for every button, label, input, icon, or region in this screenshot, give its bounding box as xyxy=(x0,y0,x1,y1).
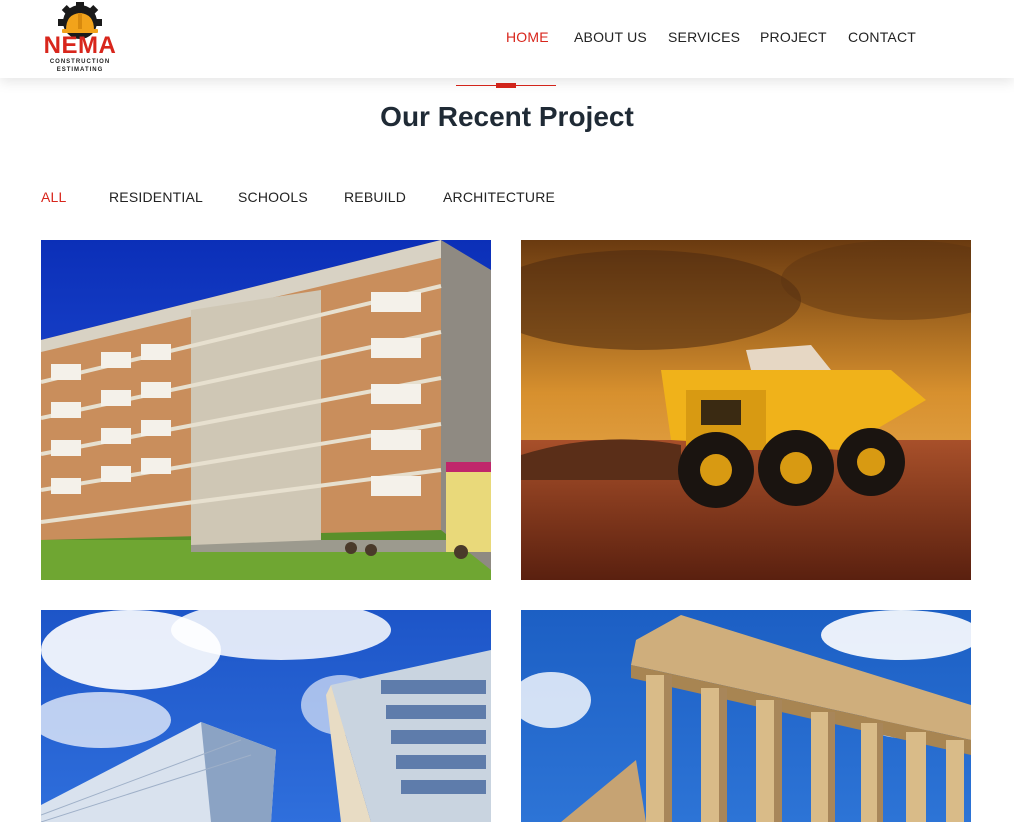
section-title: Our Recent Project xyxy=(380,101,634,132)
nav-project-link[interactable]: PROJECT xyxy=(760,29,827,45)
project-tile-temple[interactable] xyxy=(521,610,971,822)
filter-residential[interactable]: RESIDENTIAL xyxy=(109,189,203,205)
nav-about-link[interactable]: ABOUT US xyxy=(574,29,647,45)
temple-ruins-image xyxy=(521,610,971,822)
dump-truck-image xyxy=(521,240,971,580)
apartment-building-image xyxy=(41,240,491,580)
brand-tagline-line2: ESTIMATING xyxy=(56,67,104,73)
filter-schools[interactable]: SCHOOLS xyxy=(238,189,308,205)
filter-architecture[interactable]: ARCHITECTURE xyxy=(443,189,555,205)
project-tile-skyscrapers[interactable] xyxy=(41,610,491,822)
project-tile-dump-truck[interactable] xyxy=(521,240,971,580)
filter-all[interactable]: ALL xyxy=(41,189,67,205)
nav-contact-link[interactable]: CONTACT xyxy=(848,29,916,45)
site-header: NEMA CONSTRUCTION ESTIMATING HOME ABOUT … xyxy=(0,0,1014,78)
brand-tagline-line1: CONSTRUCTION xyxy=(49,59,111,65)
brand-logo[interactable]: NEMA CONSTRUCTION ESTIMATING xyxy=(40,0,120,76)
filter-rebuild[interactable]: REBUILD xyxy=(344,189,406,205)
skyscrapers-image xyxy=(41,610,491,822)
project-tile-apartment[interactable] xyxy=(41,240,491,580)
nav-services-link[interactable]: SERVICES xyxy=(668,29,740,45)
nav-home-link[interactable]: HOME xyxy=(506,29,549,45)
brand-name: NEMA xyxy=(43,32,117,59)
title-divider-accent xyxy=(496,83,516,88)
